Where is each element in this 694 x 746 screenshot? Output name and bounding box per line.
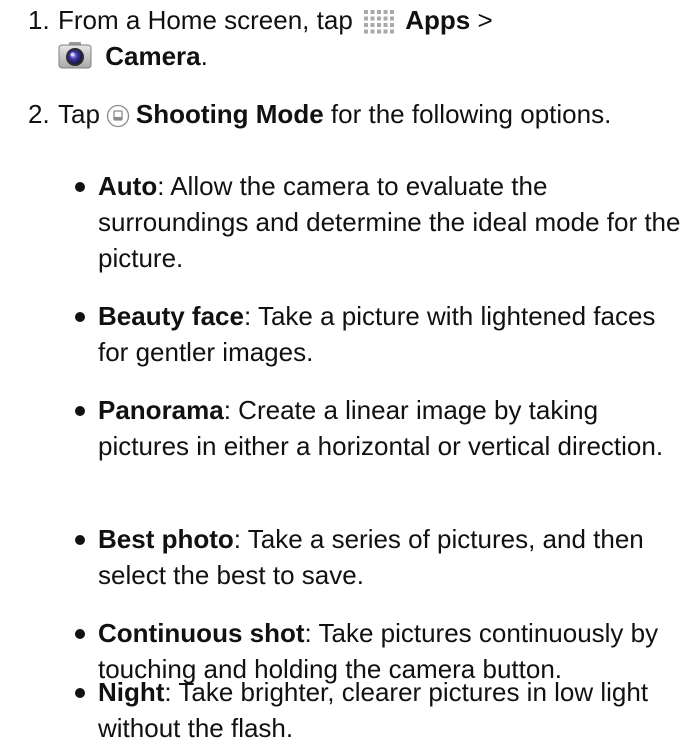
option-name: Best photo bbox=[98, 524, 234, 554]
step-suffix: . bbox=[200, 41, 208, 71]
step-2: 2. Tap Shooting Mode for the following o… bbox=[28, 96, 688, 132]
option-name: Beauty face bbox=[98, 301, 244, 331]
list-item-night: Night: Take brighter, clearer pictures i… bbox=[75, 674, 685, 746]
bullet-icon bbox=[75, 535, 85, 545]
option-name: Auto bbox=[98, 171, 158, 201]
bullet-icon bbox=[75, 629, 85, 639]
list-item-text: Auto: Allow the camera to evaluate the s… bbox=[98, 168, 685, 276]
step-1: 1. From a Home screen, tap Apps > Camera… bbox=[28, 2, 688, 74]
camera-icon bbox=[58, 41, 92, 69]
separator: > bbox=[477, 5, 493, 35]
apps-label: Apps bbox=[405, 5, 471, 35]
step-prefix: From a Home screen, tap bbox=[58, 5, 353, 35]
step-number: 1. bbox=[28, 5, 50, 35]
step-number: 2. bbox=[28, 99, 50, 129]
shooting-mode-icon bbox=[106, 101, 130, 128]
list-item-beauty-face: Beauty face: Take a picture with lighten… bbox=[75, 298, 685, 370]
list-item-text: Best photo: Take a series of pictures, a… bbox=[98, 521, 685, 593]
list-item-text: Panorama: Create a linear image by takin… bbox=[98, 392, 685, 464]
bullet-icon bbox=[75, 688, 85, 698]
option-name: Continuous shot bbox=[98, 618, 305, 648]
camera-label: Camera bbox=[105, 41, 201, 71]
step-prefix: Tap bbox=[58, 99, 100, 129]
step-suffix: for the following options. bbox=[330, 99, 612, 129]
list-item-auto: Auto: Allow the camera to evaluate the s… bbox=[75, 168, 685, 276]
list-item-text: Night: Take brighter, clearer pictures i… bbox=[98, 674, 685, 746]
option-name: Night bbox=[98, 677, 165, 707]
option-name: Panorama bbox=[98, 395, 224, 425]
list-item-text: Beauty face: Take a picture with lighten… bbox=[98, 298, 685, 370]
step-text: Tap Shooting Mode for the following opti… bbox=[58, 96, 688, 132]
option-desc: : Allow the camera to evaluate the surro… bbox=[98, 171, 681, 273]
step-text: From a Home screen, tap Apps > Camera. bbox=[58, 2, 688, 74]
shooting-mode-label: Shooting Mode bbox=[135, 99, 324, 129]
manual-page: 1. From a Home screen, tap Apps > Camera… bbox=[0, 0, 694, 746]
list-item-best-photo: Best photo: Take a series of pictures, a… bbox=[75, 521, 685, 593]
list-item-panorama: Panorama: Create a linear image by takin… bbox=[75, 392, 685, 464]
option-desc: : Take brighter, clearer pictures in low… bbox=[98, 677, 649, 743]
apps-grid-icon bbox=[364, 7, 395, 34]
bullet-icon bbox=[75, 182, 85, 192]
bullet-icon bbox=[75, 312, 85, 322]
bullet-icon bbox=[75, 406, 85, 416]
